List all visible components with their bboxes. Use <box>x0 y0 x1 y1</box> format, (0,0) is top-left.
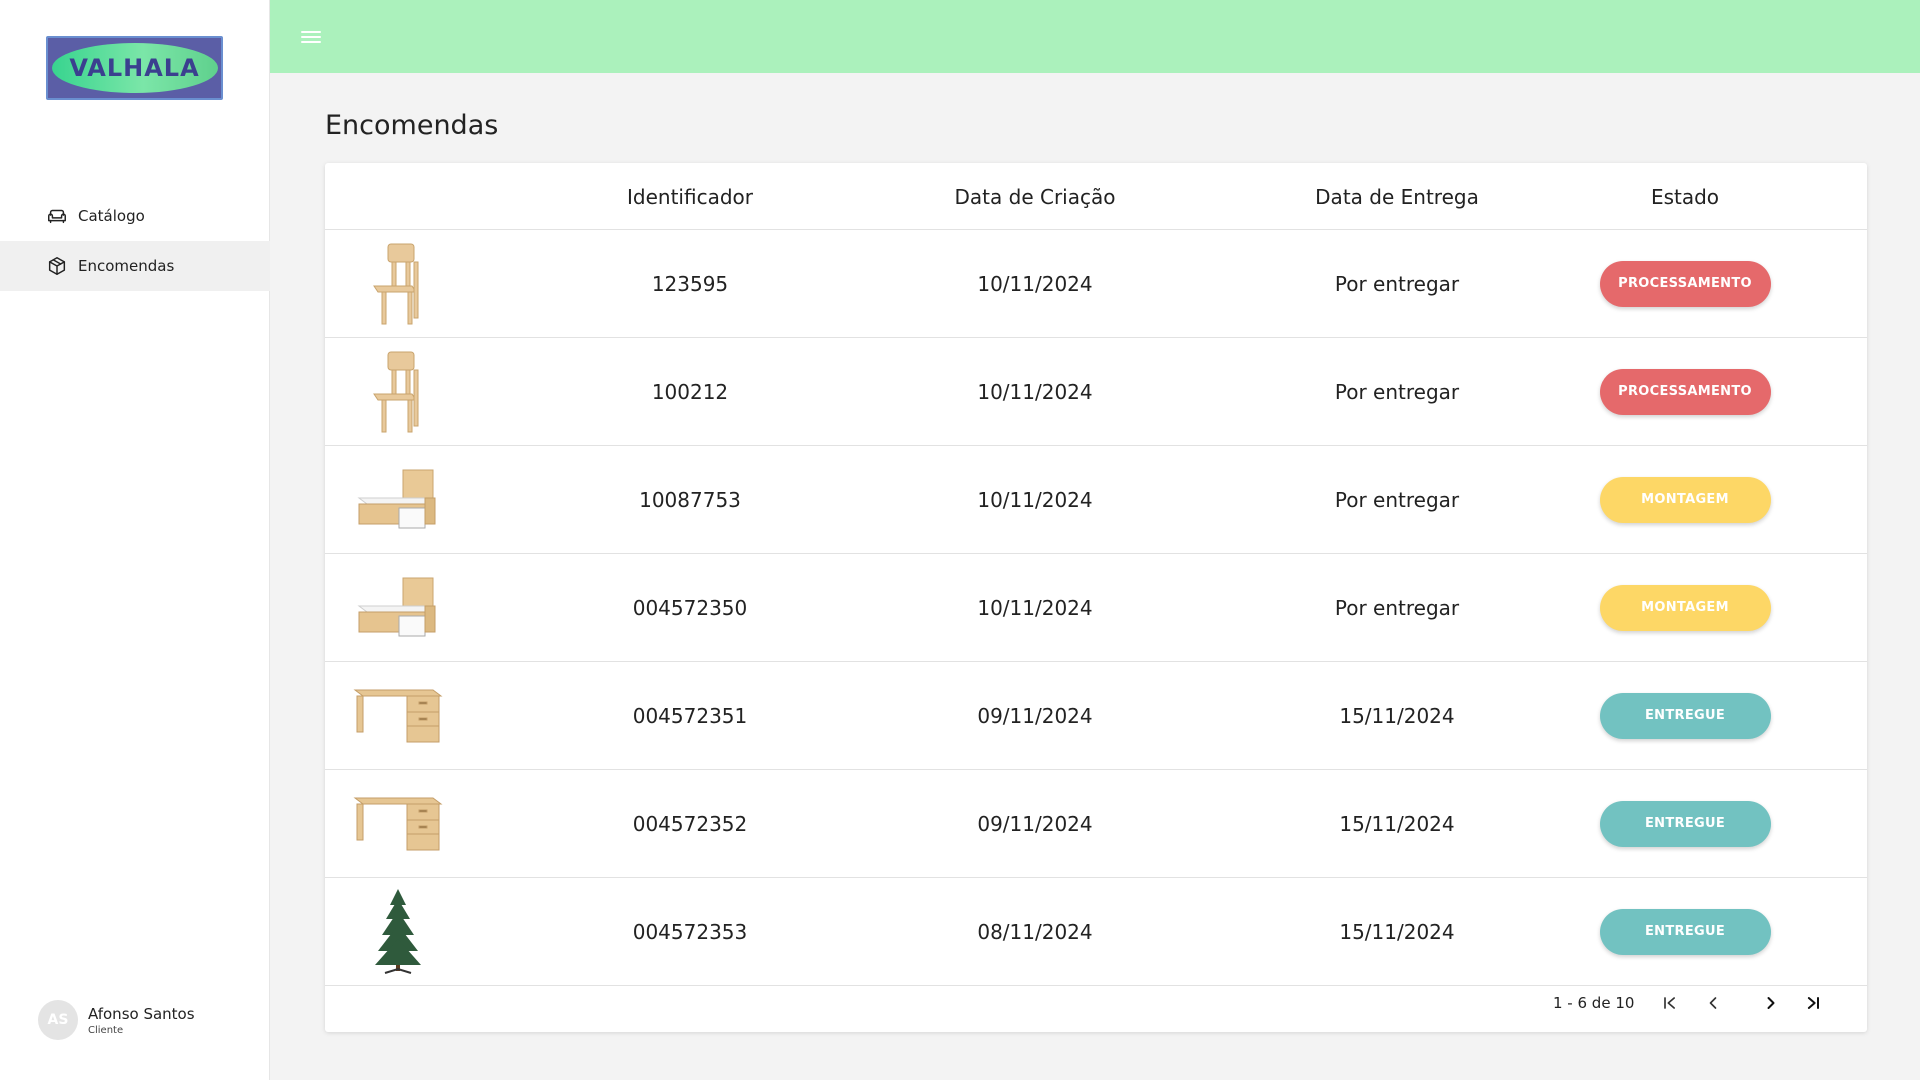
table-header: Identificador Data de Criação Data de En… <box>325 163 1867 230</box>
table-row[interactable]: 100212 10/11/2024 Por entregar PROCESSAMENT… <box>325 338 1867 446</box>
previous-page-icon <box>1709 997 1717 1009</box>
hamburger-icon <box>301 31 321 43</box>
status-cell: ENTREGUE <box>1595 770 1775 877</box>
sidebar-item-encomendas[interactable]: Encomendas <box>0 241 270 291</box>
desk-image <box>353 689 442 742</box>
status-badge[interactable]: MONTAGEM <box>1599 476 1771 523</box>
first-page-icon <box>1664 997 1675 1009</box>
last-page-icon <box>1807 997 1819 1009</box>
user-role: Cliente <box>88 1024 124 1036</box>
delivery-date: Por entregar <box>1334 487 1460 512</box>
delivery-date: 15/11/2024 <box>1339 703 1455 728</box>
table-row[interactable]: 123595 10/11/2024 Por entregar PROCESSAMENT… <box>325 230 1867 338</box>
status-badge[interactable]: PROCESSAMENTO <box>1599 368 1771 415</box>
order-id: 004572350 <box>632 595 748 620</box>
tree-image <box>374 888 421 974</box>
sidebar-nav: Catálogo Encomendas <box>0 191 270 291</box>
logo-text: VALHALA <box>69 54 200 82</box>
last-page-button[interactable] <box>1801 991 1825 1015</box>
status-cell: PROCESSAMENTO <box>1595 230 1775 337</box>
next-page-icon <box>1767 997 1775 1009</box>
creation-date: 10/11/2024 <box>977 487 1093 512</box>
sidebar: VALHALA Catálogo Encomendas AS Afonso Sa… <box>0 0 270 1080</box>
column-header-data-criacao[interactable]: Data de Criação <box>900 163 1170 230</box>
creation-date: 10/11/2024 <box>977 271 1093 296</box>
table-row[interactable]: 004572353 08/11/2024 15/11/2024 ENTREGUE <box>325 878 1867 986</box>
previous-page-button[interactable] <box>1701 991 1725 1015</box>
page-title: Encomendas <box>325 110 499 141</box>
top-bar <box>270 0 1920 73</box>
status-cell: MONTAGEM <box>1595 554 1775 661</box>
status-badge[interactable]: ENTREGUE <box>1599 692 1771 739</box>
sofa-icon <box>48 209 66 224</box>
status-cell: ENTREGUE <box>1595 878 1775 985</box>
first-page-button[interactable] <box>1658 991 1682 1015</box>
table-row[interactable]: 004572352 09/11/2024 15/11/2024 ENTREGUE <box>325 770 1867 878</box>
delivery-date: 15/11/2024 <box>1339 811 1455 836</box>
sidebar-item-catalogo[interactable]: Catálogo <box>0 191 270 241</box>
brand-logo[interactable]: VALHALA <box>46 36 223 100</box>
user-info: Afonso Santos Cliente <box>88 1005 195 1036</box>
order-id: 004572351 <box>632 703 748 728</box>
order-id: 004572352 <box>632 811 748 836</box>
status-badge[interactable]: ENTREGUE <box>1599 908 1771 955</box>
product-thumbnail <box>325 878 470 985</box>
bed-image <box>357 577 435 636</box>
column-header-estado[interactable]: Estado <box>1595 163 1775 230</box>
avatar: AS <box>38 1000 78 1040</box>
delivery-date: Por entregar <box>1334 379 1460 404</box>
order-id: 004572353 <box>632 919 748 944</box>
status-cell: PROCESSAMENTO <box>1595 338 1775 445</box>
table-row[interactable]: 004572350 10/11/2024 Por entregar MONTAGEM <box>325 554 1867 662</box>
product-thumbnail <box>325 230 470 337</box>
logo-pill: VALHALA <box>51 43 218 93</box>
pagination-range: 1 - 6 de 10 <box>1553 994 1635 1012</box>
status-badge[interactable]: ENTREGUE <box>1599 800 1771 847</box>
creation-date: 09/11/2024 <box>977 703 1093 728</box>
desk-image <box>353 797 442 850</box>
table-body: 123595 10/11/2024 Por entregar PROCESSAMENT… <box>325 230 1867 986</box>
bed-image <box>357 469 435 528</box>
status-badge[interactable]: PROCESSAMENTO <box>1599 260 1771 307</box>
order-id: 100212 <box>651 379 729 404</box>
creation-date: 09/11/2024 <box>977 811 1093 836</box>
status-badge[interactable]: MONTAGEM <box>1599 584 1771 631</box>
chair-image <box>372 243 418 324</box>
sidebar-item-label: Catálogo <box>78 207 145 225</box>
menu-button[interactable] <box>298 24 324 50</box>
delivery-date: 15/11/2024 <box>1339 919 1455 944</box>
pagination: 1 - 6 de 10 <box>325 974 1867 1032</box>
sidebar-item-label: Encomendas <box>78 257 175 275</box>
chair-image <box>372 351 418 432</box>
column-header-identificador[interactable]: Identificador <box>555 163 825 230</box>
order-id: 123595 <box>651 271 729 296</box>
delivery-date: Por entregar <box>1334 271 1460 296</box>
creation-date: 10/11/2024 <box>977 595 1093 620</box>
product-thumbnail <box>325 446 470 553</box>
product-thumbnail <box>325 338 470 445</box>
table-row[interactable]: 004572351 09/11/2024 15/11/2024 ENTREGUE <box>325 662 1867 770</box>
status-cell: MONTAGEM <box>1595 446 1775 553</box>
column-header-data-entrega[interactable]: Data de Entrega <box>1262 163 1532 230</box>
table-row[interactable]: 10087753 10/11/2024 Por entregar MONTAGEM <box>325 446 1867 554</box>
orders-table-card: Identificador Data de Criação Data de En… <box>325 163 1867 1032</box>
user-profile[interactable]: AS Afonso Santos Cliente <box>38 1000 195 1040</box>
next-page-button[interactable] <box>1759 991 1783 1015</box>
product-thumbnail <box>325 770 470 877</box>
user-name: Afonso Santos <box>88 1004 195 1023</box>
order-id: 10087753 <box>639 487 741 512</box>
product-thumbnail <box>325 554 470 661</box>
package-icon <box>48 257 66 275</box>
creation-date: 10/11/2024 <box>977 379 1093 404</box>
delivery-date: Por entregar <box>1334 595 1460 620</box>
creation-date: 08/11/2024 <box>977 919 1093 944</box>
product-thumbnail <box>325 662 470 769</box>
status-cell: ENTREGUE <box>1595 662 1775 769</box>
